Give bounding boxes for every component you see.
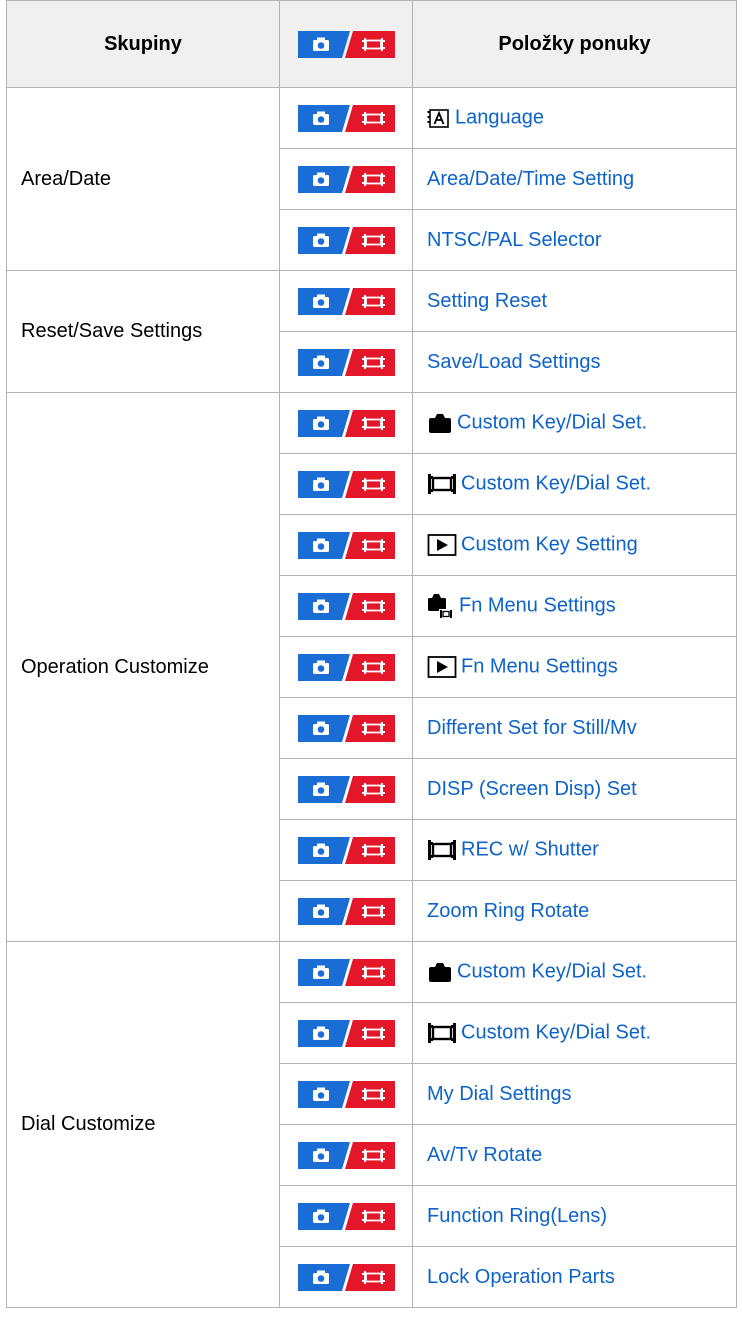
menu-item-cell: Different Set for Still/Mv [412,697,737,759]
menu-item-cell: My Dial Settings [412,1063,737,1125]
menu-item-link[interactable]: Custom Key/Dial Set. [457,960,647,982]
menu-item-cell: Fn Menu Settings [412,575,737,637]
still-movie-mode-icon [279,1002,413,1064]
table-row: Operation Customize Custom Key/Dial Set. [6,392,737,942]
menu-item-link[interactable]: Av/Tv Rotate [427,1144,542,1166]
menu-item-cell: DISP (Screen Disp) Set [412,758,737,820]
mode-column-header [279,0,413,88]
menu-item-link[interactable]: Save/Load Settings [427,351,600,373]
still-movie-mode-icon [279,148,413,210]
items-column-header: Položky ponuky [412,0,737,88]
menu-item-cell: Setting Reset [412,270,737,332]
menu-item-link[interactable]: Setting Reset [427,290,547,312]
menu-item-link[interactable]: Area/Date/Time Setting [427,168,634,190]
still-movie-mode-icon [279,392,413,454]
menu-item-cell: Custom Key/Dial Set. [412,453,737,515]
still-movie-mode-icon [279,1063,413,1125]
menu-item-link[interactable]: Language [455,106,544,128]
menu-item-cell: REC w/ Shutter [412,819,737,881]
menu-item-cell: Function Ring(Lens) [412,1185,737,1247]
still-movie-mode-icon [279,331,413,393]
menu-item-cell: Save/Load Settings [412,331,737,393]
group-name: Reset/Save Settings [6,270,280,393]
menu-item-link[interactable]: Function Ring(Lens) [427,1205,607,1227]
still-movie-mode-icon [279,87,413,149]
still-movie-mode-icon [279,941,413,1003]
camera-icon [427,960,453,984]
movie-icon [427,472,457,496]
menu-item-link[interactable]: REC w/ Shutter [461,838,599,860]
still-movie-mode-icon [279,575,413,637]
menu-item-cell: Av/Tv Rotate [412,1124,737,1186]
still-movie-mode-icon [279,209,413,271]
menu-item-cell: NTSC/PAL Selector [412,209,737,271]
still-movie-mode-icon [279,453,413,515]
menu-item-cell: Fn Menu Settings [412,636,737,698]
still-movie-mode-icon [279,1185,413,1247]
menu-item-link[interactable]: Lock Operation Parts [427,1266,615,1288]
playback-icon [427,533,457,557]
still-movie-mode-icon [279,514,413,576]
camera-icon [427,411,453,435]
menu-item-link[interactable]: My Dial Settings [427,1083,572,1105]
movie-icon [427,1021,457,1045]
menu-item-cell: Zoom Ring Rotate [412,880,737,942]
still-movie-mode-icon [279,758,413,820]
still-movie-mode-icon [279,270,413,332]
menu-item-link[interactable]: Custom Key/Dial Set. [457,411,647,433]
group-name: Dial Customize [6,941,280,1308]
menu-item-cell: Lock Operation Parts [412,1246,737,1308]
table-row: Dial Customize Custom Key/Dial Set. [6,941,737,1308]
playback-icon [427,655,457,679]
menu-item-link[interactable]: Custom Key/Dial Set. [461,472,651,494]
menu-item-link[interactable]: Custom Key/Dial Set. [461,1021,651,1043]
menu-item-link[interactable]: Custom Key Setting [461,533,638,555]
menu-item-cell: Language [412,87,737,149]
menu-item-cell: Custom Key Setting [412,514,737,576]
group-name: Operation Customize [6,392,280,942]
menu-item-cell: Custom Key/Dial Set. [412,941,737,1003]
group-column-header: Skupiny [6,0,280,88]
settings-menu-table: Skupiny Položky ponuky Area/Date Language… [6,0,737,1308]
menu-item-link[interactable]: Zoom Ring Rotate [427,900,589,922]
still-movie-mode-icon [279,1124,413,1186]
menu-item-cell: Custom Key/Dial Set. [412,392,737,454]
menu-item-link[interactable]: NTSC/PAL Selector [427,229,602,251]
table-header-row: Skupiny Položky ponuky [6,0,737,88]
menu-item-cell: Area/Date/Time Setting [412,148,737,210]
menu-item-link[interactable]: Different Set for Still/Mv [427,717,637,739]
menu-item-link[interactable]: Fn Menu Settings [461,655,618,677]
movie-icon [427,838,457,862]
table-row: Reset/Save Settings Setting Reset [6,270,737,393]
group-name: Area/Date [6,87,280,271]
still-movie-mode-icon [279,819,413,881]
still-movie-mode-icon [279,697,413,759]
camera-movie-icon [427,592,455,620]
menu-item-link[interactable]: Fn Menu Settings [459,594,616,616]
menu-item-link[interactable]: DISP (Screen Disp) Set [427,778,637,800]
still-movie-mode-icon [279,1246,413,1308]
menu-item-cell: Custom Key/Dial Set. [412,1002,737,1064]
table-row: Area/Date Language [6,87,737,271]
still-movie-mode-icon [279,636,413,698]
language-icon [427,106,451,130]
still-movie-mode-icon [279,880,413,942]
